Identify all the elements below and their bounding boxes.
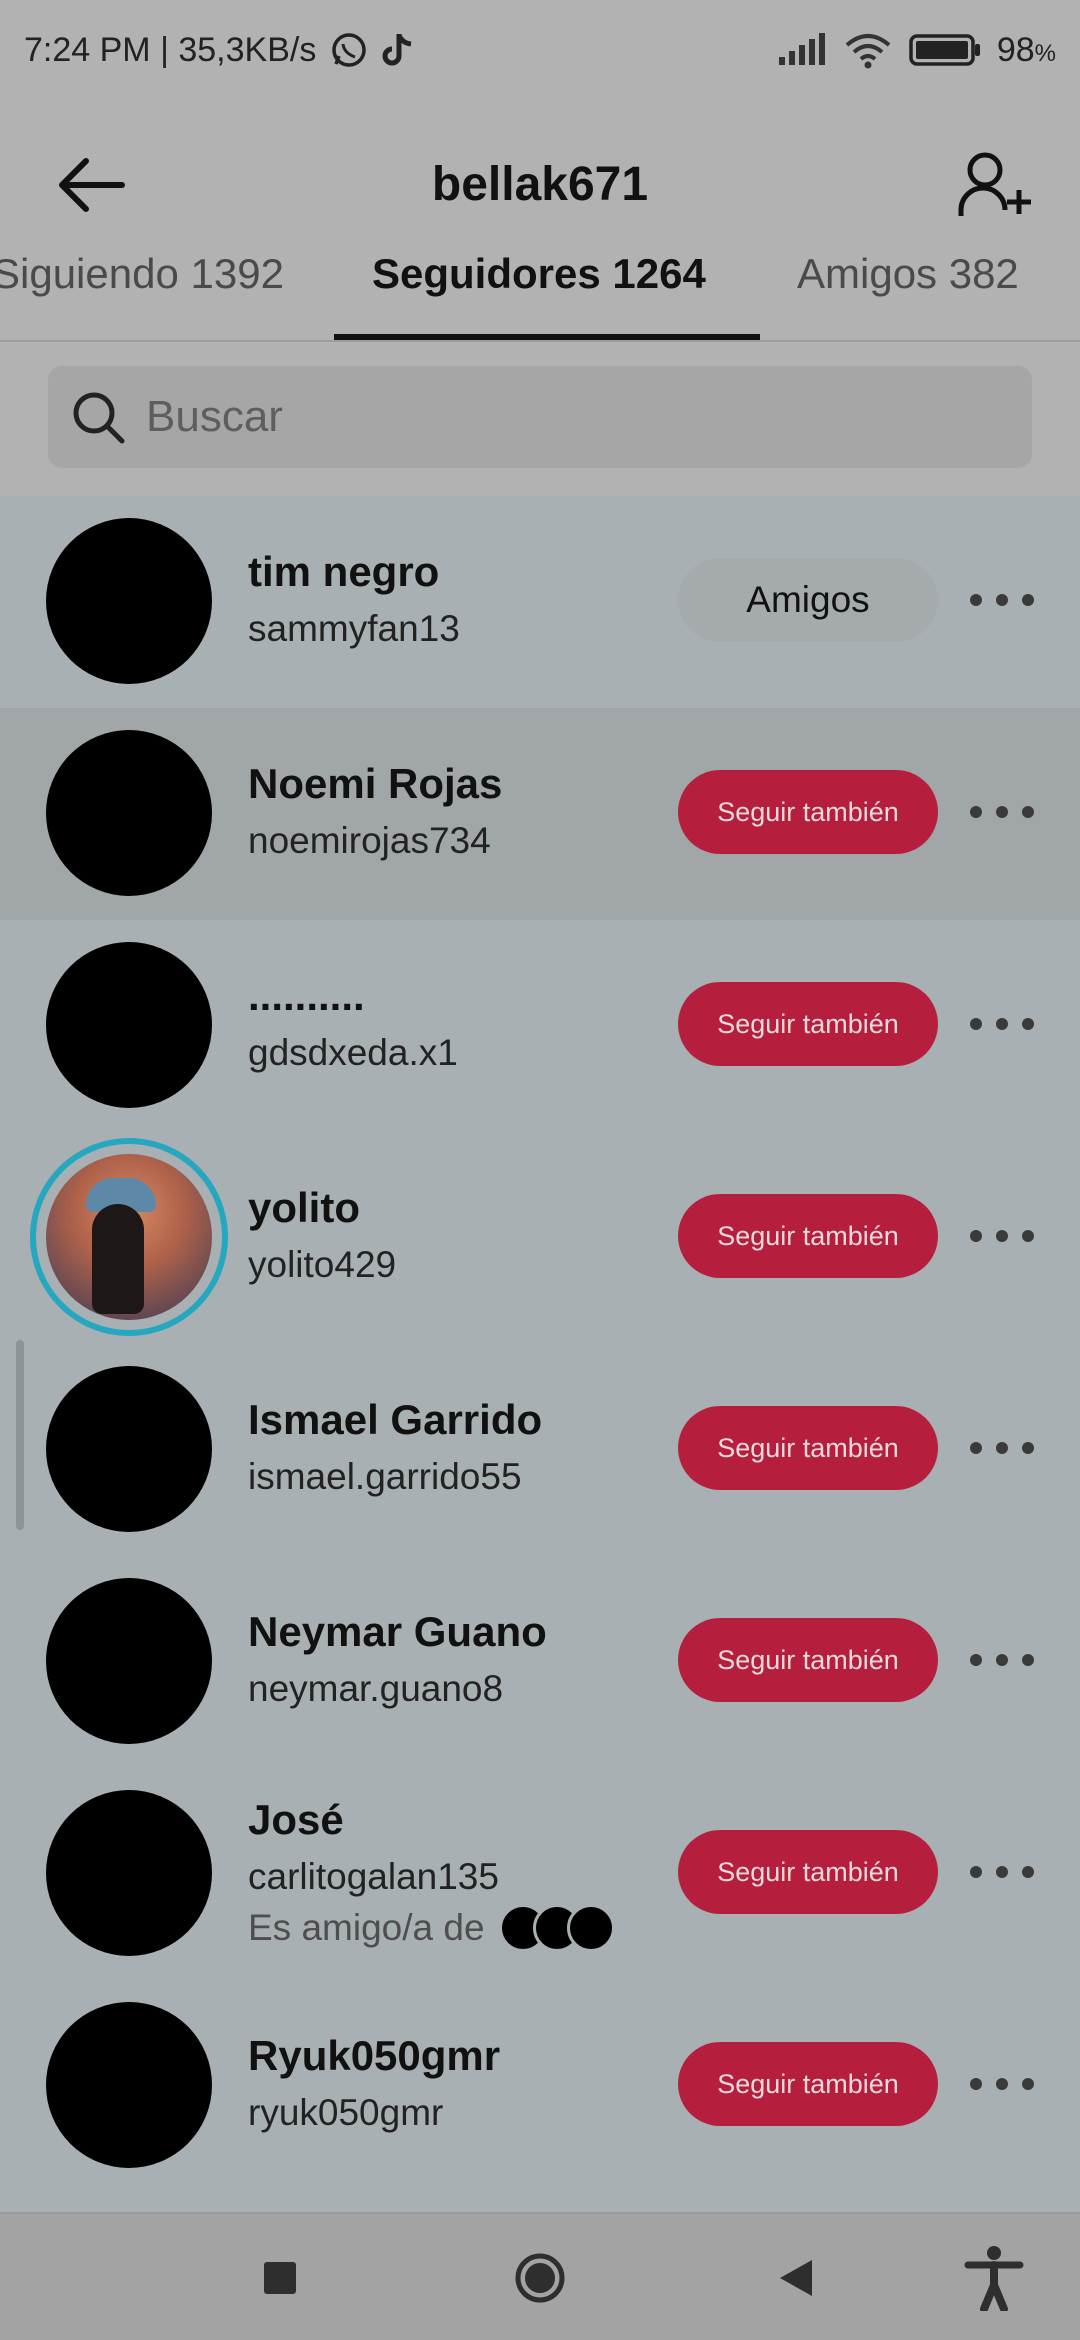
search-input[interactable] — [146, 392, 1006, 442]
mutual-friends: Es amigo/a de — [248, 1904, 615, 1952]
user-name: Neymar Guano — [248, 1608, 547, 1655]
avatar-photo-detail — [92, 1204, 144, 1314]
battery-level: 98% — [996, 30, 1056, 69]
search-box[interactable] — [48, 366, 1032, 468]
search-icon — [73, 392, 125, 444]
more-options-icon[interactable] — [970, 1852, 1034, 1892]
list-item[interactable]: .......... gdsdxeda.x1 Seguir también — [0, 920, 1080, 1132]
tab-following[interactable]: Siguiendo 1392 — [0, 250, 284, 298]
follow-back-button[interactable]: Seguir también — [678, 1406, 938, 1490]
mutual-avatar — [566, 1904, 615, 1952]
more-options-icon[interactable] — [970, 2064, 1034, 2104]
user-name: Noemi Rojas — [248, 760, 503, 807]
mutual-friends-label: Es amigo/a de — [248, 1907, 485, 1948]
user-handle: sammyfan13 — [248, 608, 460, 649]
user-handle: neymar.guano8 — [248, 1668, 504, 1709]
friends-button[interactable]: Amigos — [678, 558, 938, 642]
back-nav-button[interactable] — [736, 2214, 856, 2340]
recents-button[interactable] — [220, 2214, 340, 2340]
active-tab-indicator — [334, 334, 760, 340]
battery-unit: % — [1034, 39, 1056, 67]
follow-back-button[interactable]: Seguir también — [678, 1194, 938, 1278]
user-name: Ryuk050gmr — [248, 2032, 501, 2079]
list-item[interactable]: Ryuk050gmr ryuk050gmr Seguir también — [0, 1980, 1080, 2192]
followers-list: tim negro sammyfan13 Amigos Noemi Rojas … — [0, 496, 1080, 2192]
tab-followers[interactable]: Seguidores 1264 — [372, 250, 706, 298]
user-name: tim negro — [248, 548, 440, 595]
more-options-icon[interactable] — [970, 1640, 1034, 1680]
user-handle: ryuk050gmr — [248, 2092, 444, 2133]
whatsapp-icon — [330, 31, 368, 69]
avatar[interactable] — [46, 942, 212, 1108]
search-area — [0, 342, 1080, 496]
list-item[interactable]: yolito yolito429 Seguir también — [0, 1132, 1080, 1344]
accessibility-icon — [964, 2246, 1024, 2311]
signal-icon — [777, 33, 827, 67]
user-handle: yolito429 — [248, 1244, 397, 1285]
circle-icon — [515, 2253, 565, 2303]
more-options-icon[interactable] — [970, 1216, 1034, 1256]
add-user-icon — [958, 152, 1031, 216]
list-item[interactable]: Ismael Garrido ismael.garrido55 Seguir t… — [0, 1344, 1080, 1556]
triangle-back-icon — [780, 2260, 812, 2296]
follow-back-button[interactable]: Seguir también — [678, 982, 938, 1066]
user-name: yolito — [248, 1184, 360, 1231]
user-name: .......... — [248, 972, 365, 1019]
follow-back-button[interactable]: Seguir también — [678, 1618, 938, 1702]
list-item[interactable]: Noemi Rojas noemirojas734 Seguir también — [0, 708, 1080, 920]
user-handle: gdsdxeda.x1 — [248, 1032, 458, 1073]
avatar[interactable] — [46, 1790, 212, 1956]
accessibility-button[interactable] — [934, 2214, 1054, 2340]
user-name: José — [248, 1796, 344, 1843]
list-item[interactable]: tim negro sammyfan13 Amigos — [0, 496, 1080, 708]
follow-back-button[interactable]: Seguir también — [678, 1830, 938, 1914]
avatar[interactable] — [46, 730, 212, 896]
more-options-icon[interactable] — [970, 1428, 1034, 1468]
user-handle: noemirojas734 — [248, 820, 491, 861]
wifi-icon — [843, 31, 893, 69]
tab-bar: Siguiendo 1392 Seguidores 1264 Amigos 38… — [0, 220, 1080, 342]
more-options-icon[interactable] — [970, 1004, 1034, 1044]
scrollbar[interactable] — [16, 1340, 24, 1530]
status-bar: 7:24 PM | 35,3KB/s 98% — [0, 0, 1080, 100]
avatar[interactable] — [46, 518, 212, 684]
status-time-speed: 7:24 PM | 35,3KB/s — [24, 30, 317, 69]
tiktok-icon — [382, 31, 416, 69]
battery-icon — [909, 33, 981, 67]
follow-back-button[interactable]: Seguir también — [678, 2042, 938, 2126]
avatar[interactable] — [46, 2002, 212, 2168]
home-button[interactable] — [480, 2214, 600, 2340]
user-handle: carlitogalan135 — [248, 1856, 499, 1897]
avatar[interactable] — [46, 1366, 212, 1532]
user-handle: ismael.garrido55 — [248, 1456, 522, 1497]
avatar[interactable] — [46, 1578, 212, 1744]
avatar-with-story-ring[interactable] — [46, 1154, 212, 1320]
user-name: Ismael Garrido — [248, 1396, 543, 1443]
tab-friends[interactable]: Amigos 382 — [797, 250, 1019, 298]
more-options-icon[interactable] — [970, 580, 1034, 620]
list-item[interactable]: José carlitogalan135 Es amigo/a de Segui… — [0, 1768, 1080, 1980]
list-item[interactable]: Neymar Guano neymar.guano8 Seguir tambié… — [0, 1556, 1080, 1768]
system-nav-bar — [0, 2212, 1080, 2340]
follow-back-button[interactable]: Seguir también — [678, 770, 938, 854]
mutual-avatars — [498, 1904, 615, 1952]
square-icon — [264, 2262, 296, 2294]
more-options-icon[interactable] — [970, 792, 1034, 832]
